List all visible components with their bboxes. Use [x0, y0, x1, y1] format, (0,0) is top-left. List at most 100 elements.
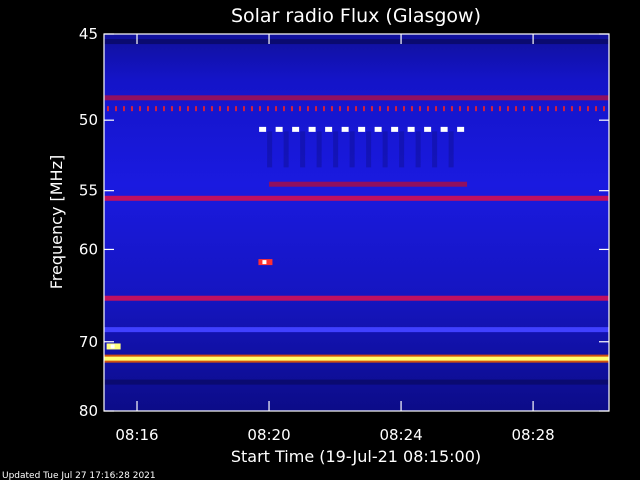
- band-8: [104, 327, 609, 333]
- burst-dot-3: [407, 126, 415, 132]
- dot-2: [587, 106, 589, 112]
- dot-2: [187, 106, 189, 112]
- dot-2: [371, 106, 373, 112]
- dot-2: [171, 106, 173, 112]
- dot-2: [451, 106, 453, 112]
- burst-dot-3: [424, 126, 432, 132]
- dot-2: [515, 106, 517, 112]
- dot-2: [507, 106, 509, 112]
- burst-column-3: [333, 131, 339, 168]
- burst-dot-3: [341, 126, 349, 132]
- dot-2: [395, 106, 397, 112]
- dot-2: [443, 106, 445, 112]
- dot-2: [579, 106, 581, 112]
- y-tick-label-2: 55: [79, 182, 98, 200]
- dot-2: [235, 106, 237, 112]
- dot-2: [307, 106, 309, 112]
- dot-2: [531, 106, 533, 112]
- band-5: [104, 195, 609, 201]
- y-axis-label: Frequency [MHz]: [47, 155, 66, 289]
- burst-column-3: [432, 131, 438, 168]
- plot-background: [104, 34, 609, 411]
- x-tick-label-0: 08:16: [115, 426, 158, 444]
- dot-2: [571, 106, 573, 112]
- burst-column-3: [382, 131, 388, 168]
- dot-2: [107, 106, 109, 112]
- burst-column-3: [300, 131, 306, 168]
- burst-dot-3: [440, 126, 448, 132]
- dot-2: [131, 106, 133, 112]
- dot-2: [315, 106, 317, 112]
- dot-2: [547, 106, 549, 112]
- band-7: [104, 295, 609, 301]
- dot-2: [603, 106, 605, 112]
- dot-2: [155, 106, 157, 112]
- dot-2: [475, 106, 477, 112]
- burst-dot-3: [275, 126, 283, 132]
- burst-column-3: [415, 131, 421, 168]
- spot-core-9: [110, 344, 115, 349]
- dot-2: [595, 106, 597, 112]
- burst-column-3: [283, 131, 289, 168]
- y-tick-label-1: 50: [79, 111, 98, 129]
- burst-dot-3: [457, 126, 465, 132]
- dot-2: [179, 106, 181, 112]
- dot-2: [243, 106, 245, 112]
- burst-dot-3: [259, 126, 267, 132]
- dot-2: [419, 106, 421, 112]
- y-tick-label-4: 70: [79, 333, 98, 351]
- dot-2: [219, 106, 221, 112]
- spectrogram-chart: 45 50 55 60 70 80 08:16 08:20 08:24 08:28 Solar …: [2, 5, 610, 480]
- dot-2: [283, 106, 285, 112]
- dot-2: [435, 106, 437, 112]
- burst-dot-3: [325, 126, 333, 132]
- dot-2: [539, 106, 541, 112]
- y-tick-label-5: 80: [79, 402, 98, 420]
- burst-column-3: [448, 131, 454, 168]
- dot-2: [163, 106, 165, 112]
- dot-2: [499, 106, 501, 112]
- dot-2: [459, 106, 461, 112]
- dot-2: [339, 106, 341, 112]
- dot-2: [491, 106, 493, 112]
- burst-column-3: [349, 131, 355, 168]
- dot-2: [467, 106, 469, 112]
- x-tick-label-1: 08:20: [247, 426, 290, 444]
- updated-timestamp: Updated Tue Jul 27 17:16:28 2021: [2, 471, 156, 480]
- dot-2: [403, 106, 405, 112]
- dot-2: [267, 106, 269, 112]
- dot-2: [259, 106, 261, 112]
- burst-column-3: [399, 131, 405, 168]
- dot-2: [195, 106, 197, 112]
- y-tick-label-3: 60: [79, 240, 98, 258]
- dot-2: [379, 106, 381, 112]
- band-4: [269, 181, 468, 187]
- dot-2: [227, 106, 229, 112]
- dot-2: [555, 106, 557, 112]
- dot-2: [483, 106, 485, 112]
- burst-column-3: [267, 131, 273, 168]
- burst-column-3: [366, 131, 372, 168]
- y-tick-label-0: 45: [79, 25, 98, 43]
- dot-2: [115, 106, 117, 112]
- burst-dot-3: [308, 126, 316, 132]
- dot-2: [139, 106, 141, 112]
- spot-core-6: [262, 260, 267, 265]
- band-1: [104, 95, 609, 101]
- dot-2: [123, 106, 125, 112]
- dot-2: [275, 106, 277, 112]
- burst-dot-3: [374, 126, 382, 132]
- dot-2: [387, 106, 389, 112]
- burst-dot-3: [292, 126, 300, 132]
- x-tick-label-3: 08:28: [511, 426, 554, 444]
- burst-dot-3: [391, 126, 399, 132]
- dot-2: [355, 106, 357, 112]
- dot-2: [427, 106, 429, 112]
- dot-2: [563, 106, 565, 112]
- x-tick-label-2: 08:24: [379, 426, 422, 444]
- dot-2: [203, 106, 205, 112]
- dot-2: [299, 106, 301, 112]
- dot-2: [347, 106, 349, 112]
- dot-2: [147, 106, 149, 112]
- dot-2: [291, 106, 293, 112]
